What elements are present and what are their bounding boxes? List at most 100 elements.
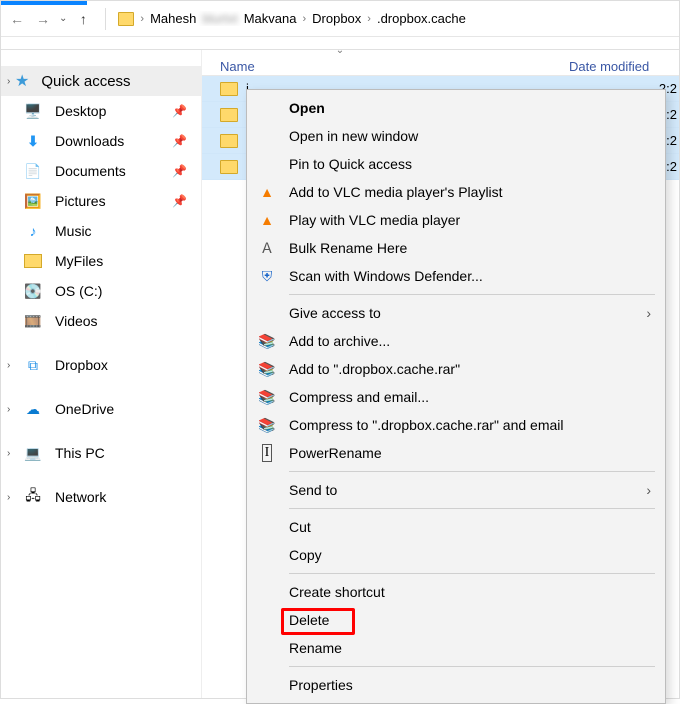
context-menu-label: Rename (289, 640, 342, 656)
navigation-pane: › ★ Quick access 🖥️ Desktop 📌 ⬇Downloads📌 📄 D… (1, 50, 201, 698)
sidebar-item[interactable]: ⬇Downloads📌 (1, 126, 201, 156)
menu-separator (289, 508, 655, 509)
breadcrumb-item[interactable]: Dropbox (312, 11, 361, 26)
context-menu-label: Properties (289, 677, 353, 693)
blank-icon (257, 610, 277, 630)
sidebar-item[interactable]: 🖼️Pictures📌 (1, 186, 201, 216)
music-icon: ♪ (23, 223, 43, 239)
context-menu-label: Cut (289, 519, 311, 535)
context-menu-item[interactable]: Delete (247, 606, 665, 634)
vlc-icon: ▲ (257, 210, 277, 230)
thispc-icon: 💻 (23, 445, 43, 461)
breadcrumb-item[interactable]: Mahesh (150, 11, 196, 26)
back-button[interactable]: ← (7, 9, 27, 29)
star-icon: ★ (15, 71, 29, 91)
context-menu-label: Open (289, 100, 325, 116)
context-menu-item[interactable]: ⛨Scan with Windows Defender... (247, 262, 665, 290)
desktop-icon: 🖥️ (23, 103, 43, 119)
sidebar-item-label: MyFiles (55, 253, 103, 269)
chevron-right-icon: › (367, 13, 371, 25)
powerrename-icon: I (257, 443, 277, 463)
breadcrumb-item[interactable]: Makvana (244, 11, 297, 26)
blank-icon (257, 582, 277, 602)
context-menu-label: Create shortcut (289, 584, 385, 600)
sidebar-root-item[interactable]: ›⧉Dropbox (1, 350, 201, 380)
chevron-right-icon: › (646, 305, 651, 321)
chevron-right-icon: › (140, 13, 144, 25)
sidebar-item-label: Documents (55, 163, 126, 179)
winrar-icon: 📚 (257, 415, 277, 435)
sidebar-item[interactable]: 🖥️ Desktop 📌 (1, 96, 201, 126)
context-menu-item[interactable]: Properties (247, 671, 665, 699)
sidebar-root-item[interactable]: ›💻This PC (1, 438, 201, 468)
chevron-right-icon: › (7, 76, 10, 87)
sidebar-root-item[interactable]: ›🖧Network (1, 482, 201, 512)
breadcrumb-item-hidden: blurtxt (202, 11, 237, 26)
sidebar-quick-access[interactable]: › ★ Quick access (1, 66, 201, 96)
context-menu-item[interactable]: IPowerRename (247, 439, 665, 467)
document-icon: 📄 (23, 163, 43, 179)
menu-separator (289, 573, 655, 574)
context-menu-item[interactable]: 📚Add to archive... (247, 327, 665, 355)
context-menu-item[interactable]: Pin to Quick access (247, 150, 665, 178)
sidebar-item[interactable]: 💽 OS (C:) (1, 276, 201, 306)
sidebar-root-label: OneDrive (55, 401, 114, 417)
folder-icon (220, 134, 238, 148)
sidebar-item-label: Desktop (55, 103, 106, 119)
blank-icon (257, 517, 277, 537)
sidebar-item[interactable]: MyFiles (1, 246, 201, 276)
winrar-icon: 📚 (257, 387, 277, 407)
sidebar-item[interactable]: ♪Music (1, 216, 201, 246)
column-header-name[interactable]: Name (202, 59, 569, 74)
separator (105, 8, 106, 30)
sidebar-item[interactable]: 🎞️Videos (1, 306, 201, 336)
drive-icon: 💽 (23, 283, 43, 299)
up-button[interactable]: ↑ (73, 9, 93, 29)
chevron-right-icon: › (7, 360, 10, 371)
context-menu-item[interactable]: Create shortcut (247, 578, 665, 606)
context-menu-item[interactable]: 📚 Compress and email... (247, 383, 665, 411)
context-menu-item[interactable]: Cut (247, 513, 665, 541)
context-menu-item[interactable]: Open in new window (247, 122, 665, 150)
forward-button[interactable]: → (33, 9, 53, 29)
pin-icon: 📌 (172, 194, 187, 208)
vlc-icon: ▲ (257, 182, 277, 202)
sidebar-item[interactable]: 📄Documents📌 (1, 156, 201, 186)
context-menu-item[interactable]: Give access to › (247, 299, 665, 327)
context-menu-item[interactable]: Open (247, 94, 665, 122)
context-menu-item[interactable]: Copy (247, 541, 665, 569)
breadcrumb[interactable]: › Mahesh blurtxt Makvana › Dropbox › .dr… (118, 11, 673, 26)
sidebar-root-item[interactable]: ›☁OneDrive (1, 394, 201, 424)
context-menu-item[interactable]: 📚Add to ".dropbox.cache.rar" (247, 355, 665, 383)
network-icon: 🖧 (23, 489, 43, 505)
sidebar-item-label: OS (C:) (55, 283, 102, 299)
video-icon: 🎞️ (23, 313, 43, 329)
folder-icon (220, 160, 238, 174)
menu-separator (289, 666, 655, 667)
context-menu-label: Give access to (289, 305, 381, 321)
context-menu-item[interactable]: ▲Add to VLC media player's Playlist (247, 178, 665, 206)
blank-icon (257, 98, 277, 118)
winrar-icon: 📚 (257, 331, 277, 351)
history-dropdown[interactable]: ⌄ (59, 13, 67, 24)
pin-icon: 📌 (172, 104, 187, 118)
context-menu-item[interactable]: ＡBulk Rename Here (247, 234, 665, 262)
bulkrename-icon: Ａ (257, 238, 277, 258)
context-menu-label: Compress and email... (289, 389, 429, 405)
onedrive-icon: ☁ (23, 401, 43, 417)
context-menu-label: Play with VLC media player (289, 212, 460, 228)
context-menu-label: Send to (289, 482, 337, 498)
context-menu-item[interactable]: Rename (247, 634, 665, 662)
folder-icon (220, 82, 238, 96)
menu-separator (289, 471, 655, 472)
context-menu: Open Open in new window Pin to Quick acces… (246, 89, 666, 704)
column-header-date[interactable]: Date modified (569, 59, 679, 74)
context-menu-item[interactable]: Send to› (247, 476, 665, 504)
sidebar-item-label: Pictures (55, 193, 106, 209)
sidebar-item-label: Downloads (55, 133, 124, 149)
context-menu-item[interactable]: ▲ Play with VLC media player (247, 206, 665, 234)
blank-icon (257, 675, 277, 695)
context-menu-label: Open in new window (289, 128, 418, 144)
breadcrumb-item[interactable]: .dropbox.cache (377, 11, 466, 26)
context-menu-item[interactable]: 📚Compress to ".dropbox.cache.rar" and em… (247, 411, 665, 439)
